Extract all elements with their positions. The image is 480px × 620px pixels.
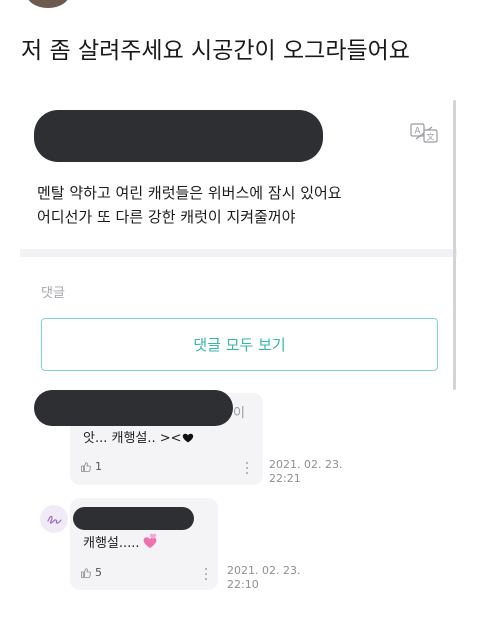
two-hearts-icon (143, 533, 156, 548)
thumbs-up-icon (81, 567, 91, 578)
post-title: 저 좀 살려주세요 시공간이 오그라들어요 (21, 38, 410, 64)
black-heart-icon (182, 433, 193, 443)
post-body-line: 멘탈 약하고 여린 캐럿들은 위버스에 잠시 있어요 (37, 184, 342, 202)
comment-date: 2021. 02. 23. (269, 458, 343, 471)
comment-time: 22:10 (227, 578, 259, 591)
scrollbar[interactable] (453, 100, 456, 390)
comment-time: 22:21 (269, 472, 301, 485)
like-count: 1 (95, 460, 102, 473)
redacted-author-name (34, 110, 323, 162)
view-all-comments-button[interactable]: 댓글 모두 보기 (41, 318, 438, 371)
comment-text-content: 캐행설..... (83, 536, 140, 551)
comment-text: 앗... 캐행설.. >< (83, 427, 194, 446)
comments-label: 댓글 (41, 286, 65, 301)
post-body-line: 어디선가 또 다른 강한 캐럿이 지켜줄꺼야 (37, 208, 296, 226)
svg-text:文: 文 (427, 132, 435, 142)
like-button[interactable]: 1 (80, 460, 102, 473)
more-vertical-icon[interactable] (245, 461, 249, 475)
comment-timestamp: 2021. 02. 23. 22:10 (227, 564, 300, 592)
divider (20, 249, 457, 257)
comment-timestamp: 2021. 02. 23. 22:21 (269, 458, 342, 486)
author-avatar[interactable] (26, 0, 70, 8)
signature-avatar-icon (47, 515, 62, 524)
name-fragment: 이 (233, 406, 245, 421)
like-button[interactable]: 5 (80, 566, 102, 579)
like-count: 5 (95, 566, 102, 579)
more-vertical-icon[interactable] (204, 567, 208, 581)
commenter-avatar[interactable] (40, 505, 68, 533)
thumbs-up-icon (81, 461, 91, 472)
comment-date: 2021. 02. 23. (227, 564, 301, 577)
post-body: 멘탈 약하고 여린 캐럿들은 위버스에 잠시 있어요 어디선가 또 다른 강한 … (37, 181, 447, 229)
translate-icon[interactable]: A 文 (410, 123, 438, 143)
comment-text: 캐행설..... (83, 532, 158, 551)
redacted-commenter-name (73, 507, 194, 530)
comment-text-content: 앗... 캐행설.. >< (83, 431, 182, 446)
redacted-commenter-name (34, 390, 233, 426)
